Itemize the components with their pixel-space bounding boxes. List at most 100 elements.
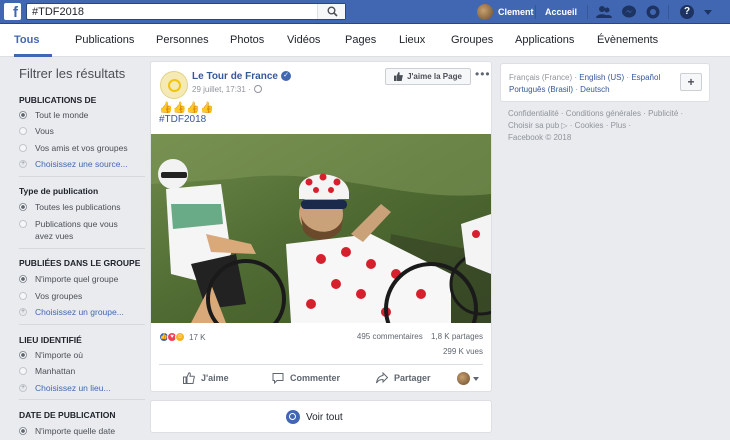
language-link-deutsch[interactable]: Deutsch: [580, 85, 609, 94]
divider: [535, 5, 536, 19]
footer-links-line-1[interactable]: Confidentialité · Conditions générales ·…: [508, 109, 683, 118]
see-all-button[interactable]: Voir tout: [150, 400, 492, 433]
option-label: Choisissez un groupe...: [35, 307, 124, 317]
language-list-line-1: Français (France) · English (US) · Españ…: [509, 73, 660, 82]
avatar: [477, 4, 493, 20]
top-navigation-bar: f Clement Accueil ?: [0, 0, 730, 24]
tab-lieux[interactable]: Lieux: [399, 34, 425, 46]
filter-option-manhattan[interactable]: Manhattan: [19, 365, 149, 377]
comment-button[interactable]: Commenter: [272, 372, 340, 384]
divider: [19, 176, 145, 177]
choose-source-link[interactable]: + Choisissez une source...: [19, 158, 149, 170]
comments-count-link[interactable]: 495 commentaires: [357, 332, 423, 341]
filter-option-amis-groupes[interactable]: Vos amis et vos groupes: [19, 142, 149, 154]
filter-heading-date: DATE DE PUBLICATION: [19, 410, 116, 420]
filter-option-vous[interactable]: Vous: [19, 125, 149, 137]
filter-option-publications-vues[interactable]: Publications que vous avez vues: [19, 218, 149, 242]
tab-pages[interactable]: Pages: [345, 34, 376, 46]
filter-option-vos-groupes[interactable]: Vos groupes: [19, 290, 149, 302]
filter-heading-publications-de: PUBLICATIONS DE: [19, 95, 97, 105]
avatar[interactable]: [457, 372, 470, 385]
filter-heading-type: Type de publication: [19, 186, 99, 196]
radio-selected-icon: [19, 275, 27, 283]
option-label: N'importe où: [35, 350, 83, 360]
tab-evenements[interactable]: Évènements: [597, 34, 658, 46]
option-label: N'importe quel groupe: [35, 274, 119, 284]
search-button[interactable]: [317, 4, 345, 19]
footer-links-line-2[interactable]: Choisir sa pub ▷ · Cookies · Plus ·: [508, 121, 631, 130]
language-link-espanol[interactable]: Español: [631, 73, 660, 82]
filter-option-toute-date[interactable]: N'importe quelle date: [19, 425, 149, 437]
page-avatar[interactable]: [160, 71, 188, 99]
divider: [668, 5, 669, 19]
active-tab-indicator: [14, 54, 52, 57]
separator: ·: [575, 85, 578, 94]
share-label: Partager: [394, 373, 431, 383]
option-label: Toutes les publications: [35, 202, 121, 212]
choose-place-link[interactable]: + Choisissez un lieu...: [19, 382, 149, 394]
filter-option-toutes-publications[interactable]: Toutes les publications: [19, 201, 149, 213]
filter-option-nimporte-ou[interactable]: N'importe où: [19, 349, 149, 361]
plus-icon: +: [19, 160, 27, 168]
option-label: Choisissez une source...: [35, 159, 128, 169]
verified-badge-icon: ✓: [281, 71, 291, 81]
shares-count-link[interactable]: 1,8 K partages: [431, 332, 483, 341]
haha-reaction-icon: ☺: [175, 332, 185, 342]
plus-icon: +: [19, 384, 27, 392]
notifications-icon[interactable]: [645, 5, 661, 19]
messenger-icon[interactable]: [621, 5, 637, 19]
filter-option-tout-groupe[interactable]: N'importe quel groupe: [19, 273, 149, 285]
post-video[interactable]: [151, 134, 491, 323]
chevron-down-icon[interactable]: [473, 377, 479, 381]
option-label: Manhattan: [35, 366, 76, 376]
cyclists-photo: [151, 134, 491, 323]
radio-icon: [19, 367, 27, 375]
facebook-logo[interactable]: f: [4, 3, 21, 20]
share-button[interactable]: Partager: [376, 372, 431, 384]
tab-publications[interactable]: Publications: [75, 34, 134, 46]
globe-icon: [254, 85, 262, 93]
divider: [587, 5, 588, 19]
radio-icon: [19, 292, 27, 300]
language-selector: Français (France) · English (US) · Españ…: [500, 63, 710, 102]
post-timestamp[interactable]: 29 juillet, 17:31 ·: [192, 85, 251, 94]
plus-icon: +: [19, 308, 27, 316]
language-link-english[interactable]: English (US): [579, 73, 624, 82]
tab-photos[interactable]: Photos: [230, 34, 264, 46]
radio-icon: [19, 220, 27, 228]
filter-heading-groupe: PUBLIÉES DANS LE GROUPE: [19, 258, 141, 268]
reactions-summary[interactable]: 👍 ♥ ☺ 17 K: [159, 332, 205, 342]
like-page-button[interactable]: J'aime la Page: [385, 68, 471, 85]
profile-link[interactable]: Clement: [477, 4, 534, 20]
like-button[interactable]: J'aime: [183, 372, 229, 384]
hashtag-link[interactable]: #TDF2018: [159, 114, 206, 125]
home-link[interactable]: Accueil: [545, 7, 577, 17]
filter-option-tout-le-monde[interactable]: Tout le monde: [19, 109, 149, 121]
language-link-portugues[interactable]: Português (Brasil): [509, 85, 573, 94]
tab-groupes[interactable]: Groupes: [451, 34, 493, 46]
post-card: Le Tour de France ✓ 29 juillet, 17:31 · …: [150, 61, 492, 392]
page-name-link[interactable]: Le Tour de France: [192, 71, 278, 82]
tab-videos[interactable]: Vidéos: [287, 34, 320, 46]
tab-personnes[interactable]: Personnes: [156, 34, 209, 46]
post-emojis: 👍👍👍👍: [159, 102, 214, 114]
comment-icon: [272, 373, 284, 384]
option-label: Vos groupes: [35, 291, 83, 301]
more-languages-button[interactable]: +: [680, 73, 702, 91]
search-input[interactable]: [27, 4, 317, 19]
comments-shares: 495 commentaires 1,8 K partages: [357, 332, 483, 341]
reactions-count: 17 K: [189, 332, 206, 342]
tab-tous[interactable]: Tous: [14, 34, 39, 46]
help-icon[interactable]: ?: [680, 5, 694, 19]
share-icon: [376, 372, 388, 384]
tab-applications[interactable]: Applications: [515, 34, 574, 46]
choose-group-link[interactable]: + Choisissez un groupe...: [19, 306, 149, 318]
search-filter-tabs: Tous Publications Personnes Photos Vidéo…: [0, 24, 730, 57]
search-box: [26, 3, 346, 20]
account-menu-caret-icon[interactable]: [704, 10, 712, 15]
more-options-icon[interactable]: •••: [475, 68, 491, 80]
friend-requests-icon[interactable]: [596, 5, 612, 19]
divider: [159, 364, 483, 365]
option-label: Vos amis et vos groupes: [35, 143, 128, 153]
option-label: N'importe quelle date: [35, 426, 116, 436]
